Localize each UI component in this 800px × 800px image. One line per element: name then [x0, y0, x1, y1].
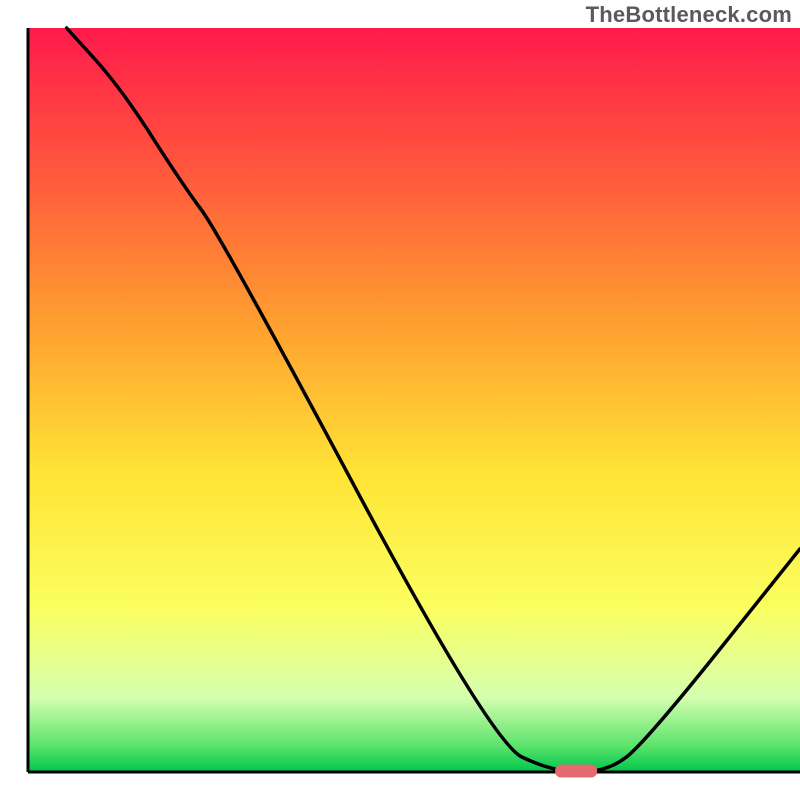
watermark-label: TheBottleneck.com	[586, 2, 792, 28]
chart-container: TheBottleneck.com	[0, 0, 800, 800]
bottleneck-chart	[0, 0, 800, 800]
plot-area	[28, 28, 800, 772]
optimal-marker	[555, 765, 597, 778]
